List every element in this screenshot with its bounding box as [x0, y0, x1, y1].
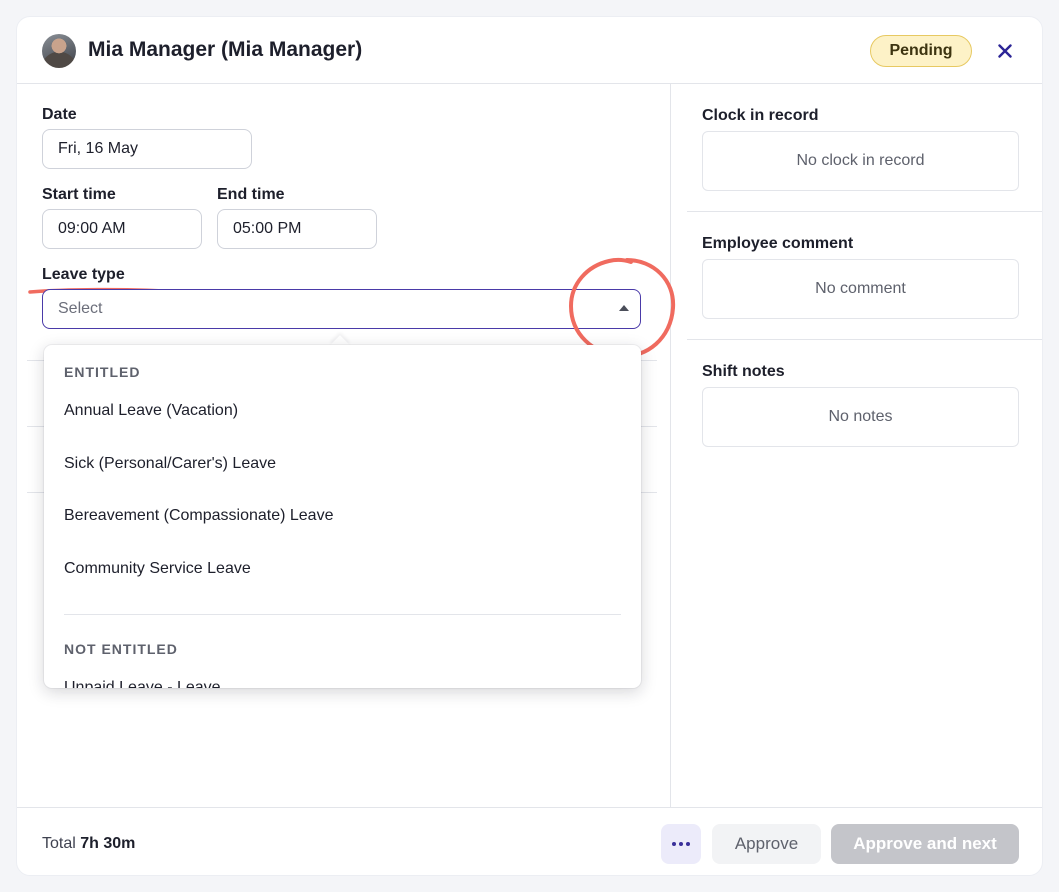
end-time-field[interactable]: 05:00 PM — [217, 209, 377, 249]
clock-in-box: No clock in record — [702, 131, 1019, 191]
leave-type-select[interactable]: Select — [42, 289, 641, 329]
shift-notes-label: Shift notes — [702, 363, 785, 380]
date-field[interactable]: Fri, 16 May — [42, 129, 252, 169]
start-time-field[interactable]: 09:00 AM — [42, 209, 202, 249]
employee-comment-label: Employee comment — [702, 235, 854, 252]
approve-and-next-button[interactable]: Approve and next — [831, 824, 1019, 864]
total-label: Total — [42, 835, 76, 852]
user-avatar — [42, 34, 76, 68]
more-options-button[interactable] — [661, 824, 701, 864]
panel-divider — [687, 339, 1042, 340]
more-dots-icon — [672, 842, 676, 846]
shift-notes-box: No notes — [702, 387, 1019, 447]
close-button[interactable] — [990, 36, 1020, 66]
shift-details-panel: Clock in record No clock in record Emplo… — [671, 84, 1042, 807]
close-icon — [998, 44, 1012, 58]
total-duration: Total 7h 30m — [42, 835, 135, 853]
option-annual-leave[interactable]: Annual Leave (Vacation) — [64, 402, 238, 420]
modal-footer: Total 7h 30m Approve Approve and next — [17, 807, 1042, 875]
clock-in-label: Clock in record — [702, 107, 819, 124]
dropdown-divider — [64, 614, 621, 615]
leave-type-label: Leave type — [42, 266, 125, 283]
entitled-group-label: ENTITLED — [64, 364, 141, 380]
not-entitled-group-label: NOT ENTITLED — [64, 641, 178, 657]
end-time-label: End time — [217, 186, 285, 203]
option-unpaid-leave[interactable]: Unpaid Leave - Leave — [64, 679, 221, 688]
date-label: Date — [42, 106, 77, 123]
employee-comment-box: No comment — [702, 259, 1019, 319]
leave-type-placeholder: Select — [58, 300, 103, 317]
modal-title: Mia Manager (Mia Manager) — [88, 38, 363, 61]
panel-divider — [687, 211, 1042, 212]
approve-button[interactable]: Approve — [712, 824, 821, 864]
option-bereavement-leave[interactable]: Bereavement (Compassionate) Leave — [64, 507, 333, 525]
modal-header: Mia Manager (Mia Manager) Pending — [17, 17, 1042, 84]
option-community-service-leave[interactable]: Community Service Leave — [64, 560, 251, 578]
approval-modal: Mia Manager (Mia Manager) Pending Date F… — [16, 16, 1043, 876]
total-value: 7h 30m — [80, 835, 136, 852]
leave-type-dropdown: ENTITLED Annual Leave (Vacation) Sick (P… — [44, 345, 641, 688]
shift-form: Date Fri, 16 May Start time 09:00 AM End… — [17, 84, 676, 807]
option-sick-leave[interactable]: Sick (Personal/Carer's) Leave — [64, 455, 276, 473]
status-badge: Pending — [870, 35, 972, 67]
start-time-label: Start time — [42, 186, 116, 203]
